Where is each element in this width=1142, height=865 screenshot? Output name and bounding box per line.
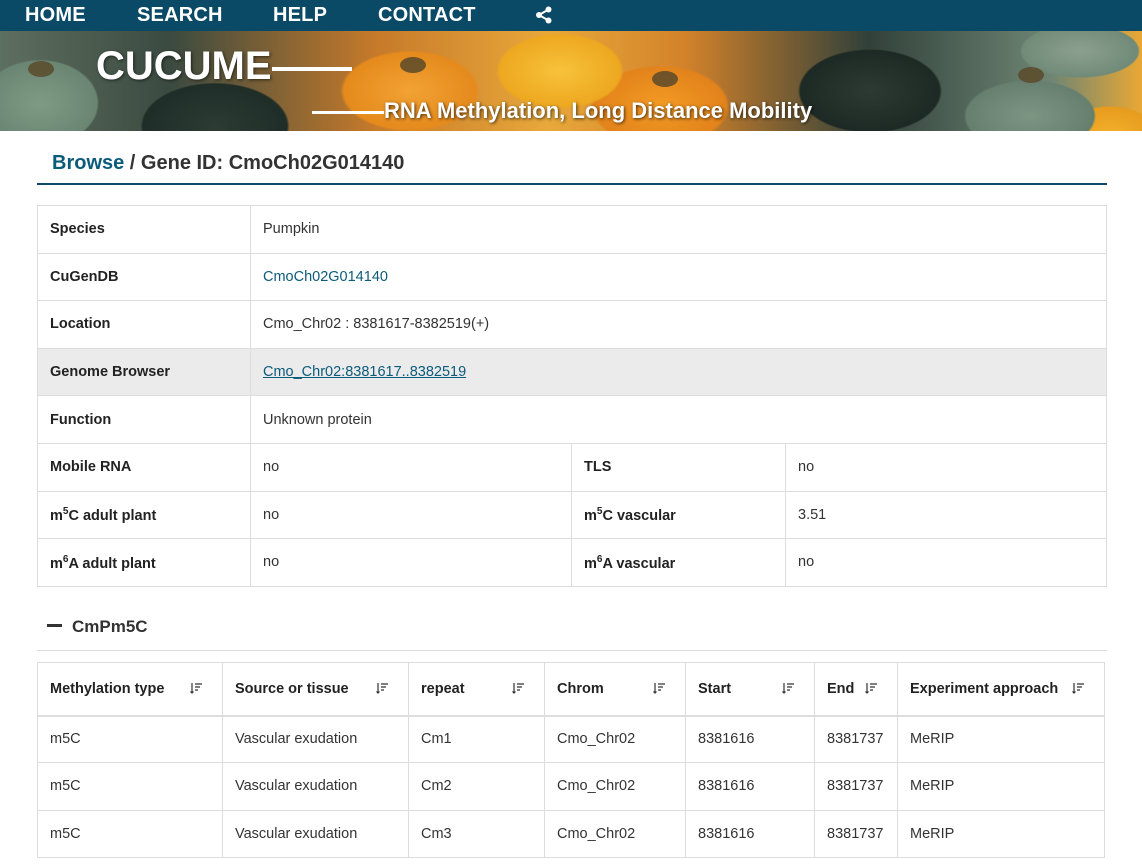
- cell-chrom: Cmo_Chr02: [544, 714, 686, 764]
- info-label-m5c-adult: m5C adult plant: [37, 490, 251, 540]
- sort-icon[interactable]: [1072, 682, 1084, 694]
- info-label: CuGenDB: [37, 252, 251, 302]
- site-brand-title[interactable]: CUCUME: [96, 43, 272, 89]
- cell-chrom: Cmo_Chr02: [544, 809, 686, 858]
- sort-icon[interactable]: [512, 682, 524, 694]
- info-value-function: Unknown protein: [250, 395, 1107, 444]
- table-header-row: Methylation type Source or tissue repeat…: [37, 662, 1105, 717]
- breadcrumb-separator: /: [124, 152, 141, 174]
- info-row-location: Location Cmo_Chr02 : 8381617-8382519(+): [37, 300, 1107, 349]
- info-row-function: Function Unknown protein: [37, 395, 1107, 444]
- section-toggle-cmpm5c[interactable]: CmPm5C: [47, 616, 148, 638]
- cell-end: 8381737: [814, 762, 898, 811]
- gene-info-table: Species Pumpkin CuGenDB CmoCh02G014140 L…: [37, 205, 1107, 587]
- sort-icon[interactable]: [653, 682, 665, 694]
- info-label: Location: [37, 300, 251, 349]
- cell-source-tissue: Vascular exudation: [222, 762, 409, 811]
- nav-help-link[interactable]: HELP: [273, 4, 327, 26]
- nav-search-link[interactable]: SEARCH: [137, 4, 223, 26]
- info-value-cugendb: CmoCh02G014140: [250, 252, 1107, 302]
- info-value-location: Cmo_Chr02 : 8381617-8382519(+): [250, 300, 1107, 349]
- cell-repeat: Cm1: [408, 714, 545, 764]
- column-header-methylation-type[interactable]: Methylation type: [37, 662, 223, 717]
- site-banner: CUCUME RNA Methylation, Long Distance Mo…: [0, 31, 1142, 131]
- brand-decoration-line: [272, 67, 352, 71]
- methylation-table: Methylation type Source or tissue repeat…: [37, 662, 1105, 858]
- cugendb-link[interactable]: CmoCh02G014140: [263, 269, 388, 285]
- cell-source-tissue: Vascular exudation: [222, 714, 409, 764]
- table-row: m5C Vascular exudation Cm1 Cmo_Chr02 838…: [37, 714, 1105, 764]
- info-label: Mobile RNA: [37, 442, 251, 492]
- genome-browser-link[interactable]: Cmo_Chr02:8381617..8382519: [263, 364, 466, 380]
- pumpkin-stem-decoration: [1018, 67, 1044, 83]
- info-row-m6a: m6A adult plant no m6A vascular no: [37, 538, 1107, 587]
- cell-methylation-type: m5C: [37, 714, 223, 764]
- info-value-m6a-adult: no: [250, 538, 572, 587]
- sort-icon[interactable]: [782, 682, 794, 694]
- breadcrumb: Browse / Gene ID: CmoCh02G014140: [52, 151, 404, 175]
- cell-source-tissue: Vascular exudation: [222, 809, 409, 858]
- sort-icon[interactable]: [190, 682, 202, 694]
- column-header-chrom[interactable]: Chrom: [544, 662, 686, 717]
- collapse-icon: [47, 624, 62, 628]
- info-value-m5c-adult: no: [250, 490, 572, 540]
- info-row-mobile-tls: Mobile RNA no TLS no: [37, 442, 1107, 492]
- column-header-repeat[interactable]: repeat: [408, 662, 545, 717]
- breadcrumb-browse-link[interactable]: Browse: [52, 152, 124, 174]
- site-tagline: RNA Methylation, Long Distance Mobility: [384, 98, 813, 123]
- cell-end: 8381737: [814, 809, 898, 858]
- info-row-m5c: m5C adult plant no m5C vascular 3.51: [37, 490, 1107, 540]
- cell-methylation-type: m5C: [37, 762, 223, 811]
- info-label: Genome Browser: [37, 347, 251, 397]
- pumpkin-stem-decoration: [28, 61, 54, 77]
- nav-contact-link[interactable]: CONTACT: [378, 4, 476, 26]
- info-value-m5c-vascular: 3.51: [785, 490, 1107, 540]
- cell-experiment-approach: MeRIP: [897, 762, 1105, 811]
- nav-home-link[interactable]: HOME: [25, 4, 86, 26]
- pumpkin-stem-decoration: [400, 57, 426, 73]
- cell-experiment-approach: MeRIP: [897, 809, 1105, 858]
- info-label-m5c-vascular: m5C vascular: [571, 490, 786, 540]
- info-value-species: Pumpkin: [250, 205, 1107, 254]
- info-label-m6a-adult: m6A adult plant: [37, 538, 251, 587]
- table-row: m5C Vascular exudation Cm2 Cmo_Chr02 838…: [37, 762, 1105, 811]
- top-navigation: HOME SEARCH HELP CONTACT: [0, 0, 1142, 31]
- column-header-experiment-approach[interactable]: Experiment approach: [897, 662, 1105, 717]
- info-label: Species: [37, 205, 251, 254]
- info-label-m6a-vascular: m6A vascular: [571, 538, 786, 587]
- cell-methylation-type: m5C: [37, 809, 223, 858]
- info-value-genome-browser: Cmo_Chr02:8381617..8382519: [250, 347, 1107, 397]
- cell-start: 8381616: [685, 762, 815, 811]
- info-row-species: Species Pumpkin: [37, 205, 1107, 254]
- section-divider: [37, 650, 1107, 651]
- sort-icon[interactable]: [865, 682, 877, 694]
- info-label: TLS: [571, 442, 786, 492]
- column-header-source-tissue[interactable]: Source or tissue: [222, 662, 409, 717]
- column-header-start[interactable]: Start: [685, 662, 815, 717]
- cell-repeat: Cm2: [408, 762, 545, 811]
- cell-start: 8381616: [685, 809, 815, 858]
- cell-repeat: Cm3: [408, 809, 545, 858]
- info-value-mobile-rna: no: [250, 442, 572, 492]
- column-header-end[interactable]: End: [814, 662, 898, 717]
- info-row-cugendb: CuGenDB CmoCh02G014140: [37, 252, 1107, 302]
- breadcrumb-current: Gene ID: CmoCh02G014140: [140, 152, 405, 174]
- cell-chrom: Cmo_Chr02: [544, 762, 686, 811]
- table-row: m5C Vascular exudation Cm3 Cmo_Chr02 838…: [37, 809, 1105, 858]
- sort-icon[interactable]: [376, 682, 388, 694]
- breadcrumb-divider: [37, 183, 1107, 185]
- info-row-genome-browser: Genome Browser Cmo_Chr02:8381617..838251…: [37, 347, 1107, 397]
- cell-experiment-approach: MeRIP: [897, 714, 1105, 764]
- cell-start: 8381616: [685, 714, 815, 764]
- share-icon[interactable]: [535, 6, 553, 24]
- cell-end: 8381737: [814, 714, 898, 764]
- pumpkin-stem-decoration: [652, 71, 678, 87]
- info-value-m6a-vascular: no: [785, 538, 1107, 587]
- info-value-tls: no: [785, 442, 1107, 492]
- tagline-decoration-line: [312, 111, 384, 114]
- info-label: Function: [37, 395, 251, 444]
- section-title: CmPm5C: [72, 617, 148, 636]
